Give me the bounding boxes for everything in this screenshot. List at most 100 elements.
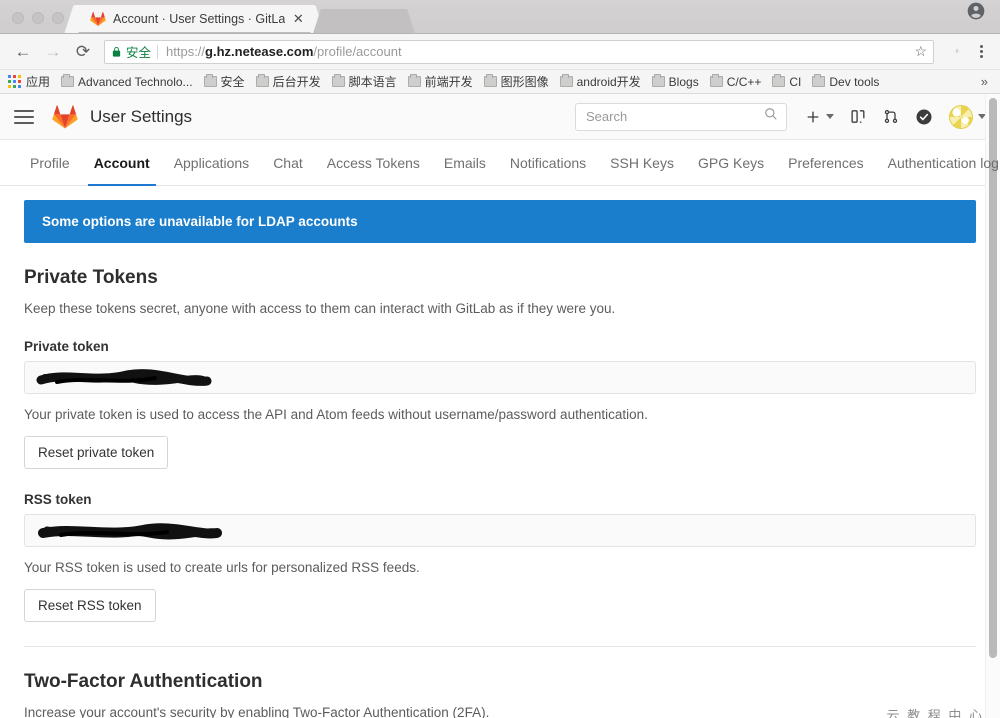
- url-path: /profile/account: [313, 44, 401, 59]
- tab-preferences[interactable]: Preferences: [776, 140, 875, 185]
- avatar: [949, 105, 973, 129]
- window-minimize-button[interactable]: [32, 12, 44, 24]
- bookmark-star-icon[interactable]: ☆: [914, 43, 927, 60]
- reset-private-token-button[interactable]: Reset private token: [24, 436, 168, 469]
- tab-ssh-keys[interactable]: SSH Keys: [598, 140, 686, 185]
- private-tokens-description: Keep these tokens secret, anyone with ac…: [24, 301, 976, 316]
- folder-icon: [484, 76, 497, 87]
- folder-icon: [812, 76, 825, 87]
- rss-token-help: Your RSS token is used to create urls fo…: [24, 560, 976, 575]
- rss-token-label: RSS token: [24, 492, 976, 507]
- bookmark-item[interactable]: Advanced Technolo...: [61, 75, 193, 89]
- bookmark-item[interactable]: Blogs: [652, 75, 699, 89]
- folder-icon: [332, 76, 345, 87]
- reset-rss-token-button[interactable]: Reset RSS token: [24, 589, 156, 622]
- tab-authentication-log[interactable]: Authentication log: [876, 140, 1000, 185]
- bookmark-item[interactable]: 后台开发: [256, 73, 321, 90]
- secure-label: 安全: [126, 42, 151, 61]
- browser-tab-inactive[interactable]: [325, 9, 403, 33]
- bookmarks-overflow-icon[interactable]: »: [981, 74, 992, 89]
- bookmark-item[interactable]: 前端开发: [408, 73, 473, 90]
- window-close-button[interactable]: [12, 12, 24, 24]
- tab-applications[interactable]: Applications: [162, 140, 262, 185]
- folder-icon: [710, 76, 723, 87]
- folder-icon: [256, 76, 269, 87]
- bookmark-label: 安全: [221, 73, 245, 90]
- bookmark-label: 图形图像: [501, 73, 549, 90]
- bookmark-apps[interactable]: 应用: [8, 73, 50, 90]
- watermark: 云 教 程 中 心: [887, 705, 984, 718]
- user-avatar-dropdown[interactable]: [949, 105, 986, 129]
- folder-icon: [652, 76, 665, 87]
- apps-grid-icon: [8, 75, 21, 88]
- folder-icon: [204, 76, 217, 87]
- tab-emails[interactable]: Emails: [432, 140, 498, 185]
- bookmark-item[interactable]: 图形图像: [484, 73, 549, 90]
- bookmark-label: 前端开发: [425, 73, 473, 90]
- header-icons: [805, 105, 986, 129]
- rss-token-input[interactable]: [24, 514, 976, 547]
- browser-window: Account · User Settings · GitLa ✕ ← → ⟳ …: [0, 0, 1000, 718]
- url-host: g.hz.netease.com: [205, 44, 313, 59]
- tab-profile[interactable]: Profile: [20, 140, 82, 185]
- todos-icon[interactable]: [915, 108, 933, 126]
- bookmark-label: 应用: [26, 73, 50, 90]
- window-controls: [0, 12, 74, 33]
- close-icon[interactable]: ✕: [291, 12, 305, 26]
- bookmark-label: Dev tools: [829, 75, 879, 89]
- browser-tab-active[interactable]: Account · User Settings · GitLa ✕: [76, 5, 313, 33]
- folder-icon: [408, 76, 421, 87]
- bookmark-item[interactable]: C/C++: [710, 75, 762, 89]
- bookmark-item[interactable]: 脚本语言: [332, 73, 397, 90]
- ldap-alert-banner: Some options are unavailable for LDAP ac…: [24, 200, 976, 243]
- tab-notifications[interactable]: Notifications: [498, 140, 598, 185]
- bookmarks-bar: 应用 Advanced Technolo... 安全 后台开发 脚本语言 前端开…: [0, 70, 1000, 94]
- private-token-help: Your private token is used to access the…: [24, 407, 976, 422]
- browser-tab-title: Account · User Settings · GitLa: [113, 12, 285, 26]
- bookmark-label: C/C++: [727, 75, 762, 89]
- chevron-down-icon: [826, 114, 834, 119]
- redaction-mark: [35, 366, 215, 390]
- folder-icon: [560, 76, 573, 87]
- bookmark-item[interactable]: Dev tools: [812, 75, 879, 89]
- search-input[interactable]: [584, 108, 764, 125]
- private-token-input[interactable]: [24, 361, 976, 394]
- merge-requests-icon[interactable]: [883, 108, 899, 125]
- gitlab-fox-icon: [90, 11, 106, 27]
- redaction-mark: [35, 519, 225, 543]
- gitlab-logo-icon[interactable]: [52, 104, 78, 130]
- two-factor-heading: Two-Factor Authentication: [24, 671, 976, 693]
- hamburger-menu-icon[interactable]: [14, 110, 34, 124]
- window-maximize-button[interactable]: [52, 12, 64, 24]
- back-icon[interactable]: ←: [10, 39, 36, 65]
- chrome-menu-icon[interactable]: [972, 45, 990, 58]
- lock-icon: [111, 46, 122, 58]
- bookmark-label: Blogs: [669, 75, 699, 89]
- tab-gpg-keys[interactable]: GPG Keys: [686, 140, 776, 185]
- tab-chat[interactable]: Chat: [261, 140, 315, 185]
- chrome-profile-avatar[interactable]: [966, 1, 1000, 33]
- tab-access-tokens[interactable]: Access Tokens: [315, 140, 432, 185]
- bookmark-label: 后台开发: [273, 73, 321, 90]
- browser-toolbar: ← → ⟳ 安全 https://g.hz.netease.com/profil…: [0, 34, 1000, 70]
- bookmark-label: Advanced Technolo...: [78, 75, 193, 89]
- bookmark-item[interactable]: android开发: [560, 73, 641, 90]
- new-dropdown-button[interactable]: [805, 109, 834, 125]
- section-divider: [24, 646, 976, 647]
- issue-boards-icon[interactable]: [850, 108, 867, 125]
- bookmark-label: android开发: [577, 73, 641, 90]
- reload-icon[interactable]: ⟳: [70, 39, 96, 65]
- search-box[interactable]: [575, 103, 787, 131]
- bookmark-item[interactable]: CI: [772, 75, 801, 89]
- bookmark-item[interactable]: 安全: [204, 73, 245, 90]
- settings-tabs: Profile Account Applications Chat Access…: [0, 140, 1000, 186]
- tab-account[interactable]: Account: [82, 140, 162, 185]
- forward-icon[interactable]: →: [40, 39, 66, 65]
- private-tokens-section: Private Tokens Keep these tokens secret,…: [0, 267, 1000, 622]
- gitlab-page: User Settings: [0, 94, 1000, 718]
- extension-icon[interactable]: [946, 44, 968, 60]
- bookmark-label: 脚本语言: [349, 73, 397, 90]
- search-icon: [764, 107, 778, 126]
- address-bar[interactable]: 安全 https://g.hz.netease.com/profile/acco…: [104, 40, 934, 64]
- browser-tabstrip: Account · User Settings · GitLa ✕: [0, 0, 1000, 34]
